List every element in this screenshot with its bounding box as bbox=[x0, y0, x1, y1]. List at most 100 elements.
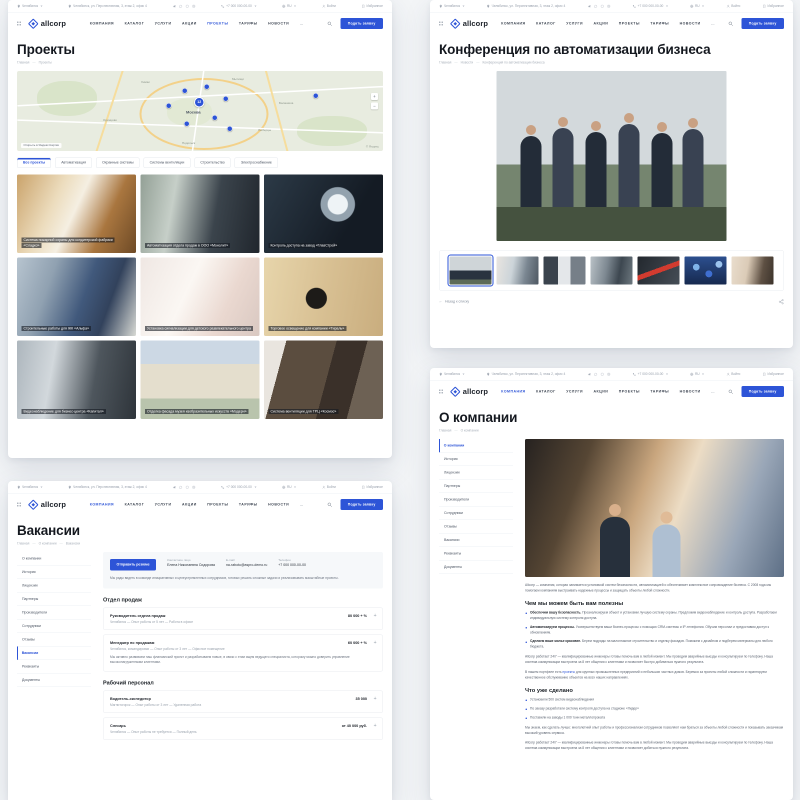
nav-item-company[interactable]: Компания bbox=[501, 22, 525, 26]
favorites-link[interactable]: Избранное bbox=[762, 373, 783, 377]
project-card[interactable]: Автоматизация отдела продаж в ООО «Монол… bbox=[141, 175, 260, 254]
expand-icon[interactable]: + bbox=[374, 613, 377, 619]
sidebar-item-partners[interactable]: Партнеры bbox=[439, 480, 513, 494]
instagram-icon[interactable] bbox=[192, 5, 196, 9]
filter-security-systems[interactable]: Охранные системы bbox=[96, 158, 140, 169]
search-icon[interactable] bbox=[728, 389, 734, 395]
email-value[interactable]: na-rabotu@aspro-demo.ru bbox=[226, 564, 267, 568]
vacancy-row[interactable]: Руководитель отдела продаж 80 000 + % + … bbox=[103, 607, 383, 630]
nav-item-promos[interactable]: Акции bbox=[182, 22, 197, 26]
login-link[interactable]: Войти bbox=[726, 5, 740, 9]
phone-selector[interactable]: +7 000 000-00-00 bbox=[221, 486, 256, 490]
logo[interactable]: allcorp bbox=[29, 19, 66, 28]
search-icon[interactable] bbox=[327, 21, 333, 27]
nav-item-company[interactable]: Компания bbox=[501, 390, 525, 394]
map-pin[interactable] bbox=[184, 121, 190, 127]
nav-item-more[interactable]: … bbox=[711, 22, 715, 26]
project-card[interactable]: Система вентиляции для ТРЦ «Космос» bbox=[264, 341, 383, 420]
gallery-thumbnail[interactable] bbox=[685, 257, 727, 285]
open-map-link[interactable]: Открыть в Яндекс.Картах bbox=[21, 143, 61, 148]
sidebar-item-licenses[interactable]: Лицензии bbox=[439, 466, 513, 480]
nav-item-news[interactable]: Новости bbox=[268, 503, 289, 507]
nav-item-services[interactable]: Услуги bbox=[566, 390, 583, 394]
phone-value[interactable]: +7 000 000-00-00 bbox=[278, 564, 306, 568]
phone-selector[interactable]: +7 000 000-00-00 bbox=[221, 5, 256, 9]
nav-item-projects[interactable]: Проекты bbox=[207, 22, 228, 26]
login-link[interactable]: Войти bbox=[322, 5, 336, 9]
sidebar-item-staff[interactable]: Сотрудники bbox=[439, 507, 513, 521]
telegram-icon[interactable] bbox=[172, 5, 176, 9]
sidebar-item-partners[interactable]: Партнеры bbox=[17, 593, 91, 607]
send-resume-button[interactable]: Отправить резюме bbox=[110, 559, 156, 571]
viber-icon[interactable] bbox=[600, 373, 604, 377]
nav-item-more[interactable]: … bbox=[300, 503, 304, 507]
submit-request-button[interactable]: Подать заявку bbox=[340, 18, 383, 29]
submit-request-button[interactable]: Подать заявку bbox=[741, 386, 784, 397]
viber-icon[interactable] bbox=[600, 5, 604, 9]
filter-power-supply[interactable]: Электроснабжение bbox=[235, 158, 278, 169]
nav-item-more[interactable]: … bbox=[300, 22, 304, 26]
map-pin[interactable] bbox=[227, 126, 233, 132]
nav-item-tariffs[interactable]: Тарифы bbox=[239, 503, 258, 507]
project-card[interactable]: Отделка фасада музея изобразительных иск… bbox=[141, 341, 260, 420]
nav-item-catalog[interactable]: Каталог bbox=[125, 22, 145, 26]
sidebar-item-vacancies[interactable]: Вакансии bbox=[439, 534, 513, 548]
vacancy-row[interactable]: Водитель-экспедитор 35 000 + Магнитогорс… bbox=[103, 691, 383, 714]
nav-item-catalog[interactable]: Каталог bbox=[125, 503, 145, 507]
city-selector[interactable]: Челябинск bbox=[17, 5, 43, 9]
catalog-grid-icon[interactable] bbox=[439, 22, 443, 26]
favorites-link[interactable]: Избранное bbox=[361, 5, 382, 9]
nav-item-company[interactable]: Компания bbox=[90, 503, 114, 507]
sidebar-item-documents[interactable]: Документы bbox=[17, 674, 91, 688]
expand-icon[interactable]: + bbox=[374, 723, 377, 729]
nav-item-catalog[interactable]: Каталог bbox=[536, 22, 556, 26]
instagram-icon[interactable] bbox=[192, 486, 196, 490]
search-icon[interactable] bbox=[728, 21, 734, 27]
project-card[interactable]: Установка сигнализации для детского разв… bbox=[141, 258, 260, 337]
gallery-thumbnail[interactable] bbox=[591, 257, 633, 285]
favorites-link[interactable]: Избранное bbox=[762, 5, 783, 9]
sidebar-item-requisites[interactable]: Реквизиты bbox=[439, 547, 513, 561]
sidebar-item-about[interactable]: О компании bbox=[439, 439, 513, 453]
sidebar-item-staff[interactable]: Сотрудники bbox=[17, 620, 91, 634]
telegram-icon[interactable] bbox=[587, 5, 591, 9]
viber-icon[interactable] bbox=[185, 486, 189, 490]
sidebar-item-history[interactable]: История bbox=[439, 453, 513, 467]
nav-item-promos[interactable]: Акции bbox=[182, 503, 197, 507]
nav-item-news[interactable]: Новости bbox=[680, 390, 701, 394]
nav-item-promos[interactable]: Акции bbox=[593, 390, 608, 394]
submit-request-button[interactable]: Подать заявку bbox=[340, 499, 383, 510]
sidebar-item-history[interactable]: История bbox=[17, 566, 91, 580]
login-link[interactable]: Войти bbox=[322, 486, 336, 490]
catalog-grid-icon[interactable] bbox=[17, 22, 21, 26]
nav-item-catalog[interactable]: Каталог bbox=[536, 390, 556, 394]
projects-map[interactable]: Химки Мытищи Балашиха Одинцово Люберцы П… bbox=[17, 71, 383, 151]
catalog-grid-icon[interactable] bbox=[17, 503, 21, 507]
gallery-thumbnail[interactable] bbox=[732, 257, 774, 285]
city-selector[interactable]: Челябинск bbox=[17, 486, 43, 490]
nav-item-promos[interactable]: Акции bbox=[593, 22, 608, 26]
gallery-thumbnail-selected[interactable] bbox=[450, 257, 492, 285]
language-selector[interactable]: RU bbox=[690, 5, 704, 9]
logo[interactable]: allcorp bbox=[451, 19, 488, 28]
map-cluster-marker[interactable]: 12 bbox=[194, 97, 205, 108]
nav-item-news[interactable]: Новости bbox=[268, 22, 289, 26]
nav-item-news[interactable]: Новости bbox=[680, 22, 701, 26]
sidebar-item-reviews[interactable]: Отзывы bbox=[439, 520, 513, 534]
projects-inline-link[interactable]: проекты bbox=[563, 671, 575, 675]
breadcrumb-home[interactable]: Главная bbox=[439, 429, 451, 433]
filter-automation[interactable]: Автоматизация bbox=[55, 158, 92, 169]
project-card[interactable]: Система пожарной охраны для кондитерской… bbox=[17, 175, 136, 254]
map-zoom-out-button[interactable]: − bbox=[371, 103, 378, 110]
vacancy-row[interactable]: Слесарь от 40 000 руб. + Челябинск — Опы… bbox=[103, 718, 383, 741]
phone-selector[interactable]: +7 000 000-00-00 bbox=[633, 5, 668, 9]
logo[interactable]: allcorp bbox=[451, 387, 488, 396]
breadcrumb-about[interactable]: О компании bbox=[39, 542, 57, 546]
instagram-icon[interactable] bbox=[607, 5, 611, 9]
search-icon[interactable] bbox=[327, 502, 333, 508]
city-selector[interactable]: Челябинск bbox=[439, 5, 465, 9]
map-pin[interactable] bbox=[166, 103, 172, 109]
instagram-icon[interactable] bbox=[607, 373, 611, 377]
city-selector[interactable]: Челябинск bbox=[439, 373, 465, 377]
nav-item-tariffs[interactable]: Тарифы bbox=[239, 22, 258, 26]
